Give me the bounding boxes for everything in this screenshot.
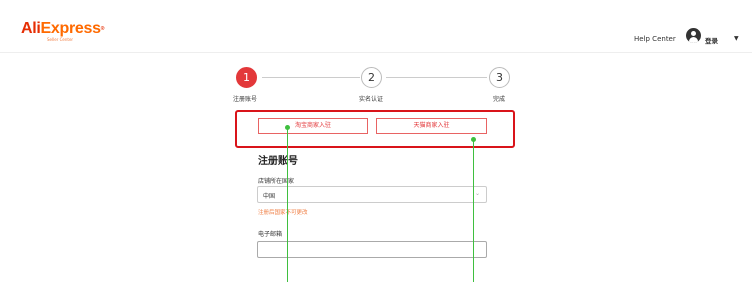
country-hint-text: 注册后国家不可更改 — [258, 210, 308, 216]
logo-part-express: Express — [40, 20, 101, 37]
tmall-merchant-button[interactable]: 天猫商家入驻 — [376, 118, 487, 134]
step-2-indicator: 2 — [361, 67, 382, 88]
logo-part-ali: Ali — [21, 20, 41, 37]
logo-subtitle: Seller Center — [47, 37, 74, 42]
step-connector-1 — [262, 77, 360, 78]
step-3-label: 完成 — [493, 96, 506, 103]
chevron-down-icon: ⌄ — [474, 190, 480, 197]
help-center-link[interactable]: Help Center — [634, 35, 676, 43]
step-connector-2 — [386, 77, 487, 78]
annotation-dot-left — [285, 125, 290, 130]
trademark-icon: ® — [100, 26, 105, 32]
step-2-label: 实名认证 — [359, 96, 384, 103]
step-1-label: 注册账号 — [233, 96, 258, 103]
avatar-head-shape — [691, 31, 696, 36]
step-1-indicator: 1 — [236, 67, 257, 88]
form-section-title: 注册账号 — [258, 156, 298, 167]
step-3-indicator: 3 — [489, 67, 510, 88]
logo-wordmark: AliExpress® — [21, 21, 104, 37]
caret-down-icon[interactable]: ▼ — [734, 35, 739, 42]
aliexpress-logo[interactable]: AliExpress® Seller Center — [21, 21, 104, 43]
login-button[interactable]: 登录 — [705, 35, 718, 45]
country-field-label: 店铺所在国家 — [258, 178, 295, 185]
country-select[interactable]: 中国 ⌄ — [257, 186, 487, 203]
email-field-label: 电子邮箱 — [258, 231, 283, 238]
top-header: AliExpress® Seller Center Help Center 登录… — [0, 0, 752, 53]
avatar-body-shape — [689, 37, 698, 43]
user-avatar-icon[interactable] — [686, 28, 701, 43]
taobao-merchant-button[interactable]: 淘宝商家入驻 — [258, 118, 368, 134]
annotation-line-left — [287, 127, 288, 282]
email-input[interactable] — [257, 241, 487, 258]
country-select-value: 中国 — [263, 193, 276, 200]
annotation-line-right — [473, 139, 474, 282]
annotation-dot-right — [471, 137, 476, 142]
